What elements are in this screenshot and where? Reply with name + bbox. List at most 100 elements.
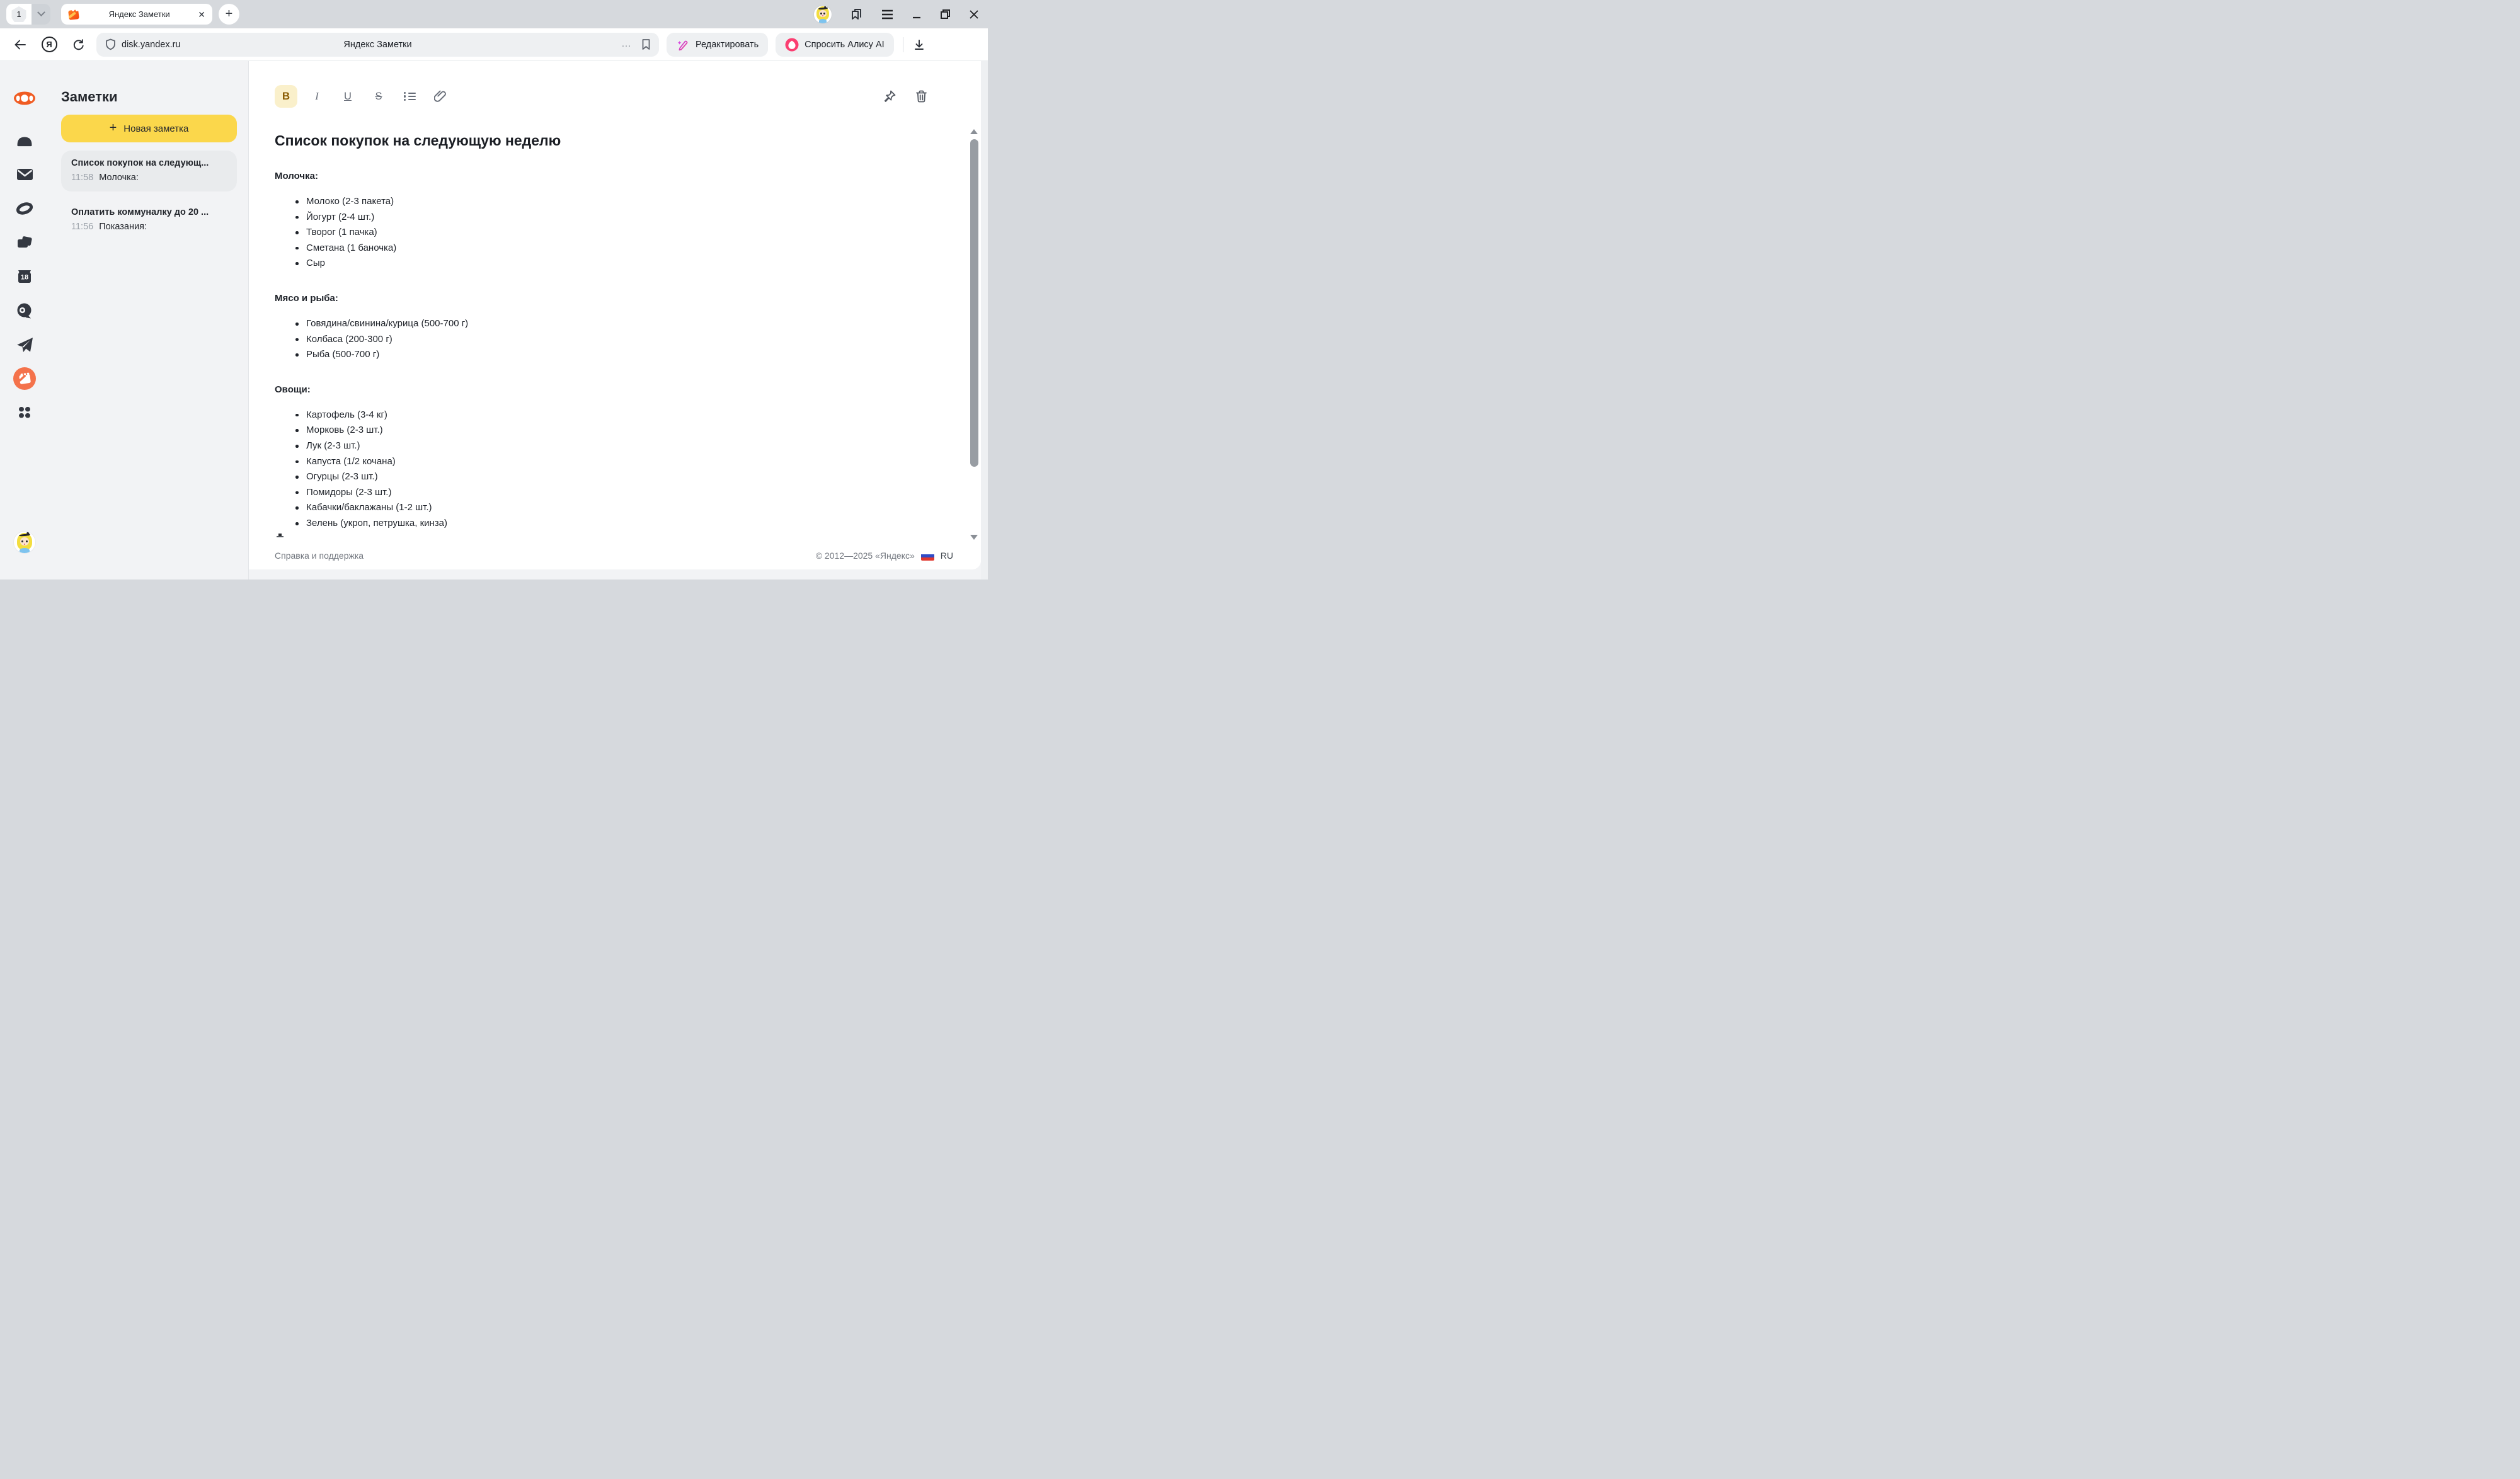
strikethrough-button[interactable]: S xyxy=(367,85,390,108)
section-list: Картофель (3-4 кг)Морковь (2-3 шт.)Лук (… xyxy=(275,408,981,532)
services-rail: 18 xyxy=(0,61,49,580)
messenger-icon[interactable] xyxy=(12,298,37,323)
bullet-list-icon xyxy=(404,92,416,101)
note-section: Молочка: Молоко (2-3 пакета)Йогурт (2-4 … xyxy=(275,171,981,271)
svg-text:18: 18 xyxy=(21,274,28,282)
note-editor: B I U S xyxy=(249,61,981,569)
list-item: Творог (1 пачка) xyxy=(275,225,981,241)
all-services-grid-icon[interactable] xyxy=(12,400,37,425)
telegram-plane-icon[interactable] xyxy=(12,332,37,357)
menu-icon[interactable] xyxy=(881,9,893,20)
go-ring-icon[interactable] xyxy=(12,196,37,221)
tab-yandex-notes[interactable]: Яндекс Заметки ✕ xyxy=(61,4,212,25)
shield-icon xyxy=(105,38,116,50)
note-actions xyxy=(883,89,928,106)
list-item: Йогурт (2-4 шт.) xyxy=(275,210,981,226)
list-item: Зелень (укроп, петрушка, кинза) xyxy=(275,516,981,532)
close-tab-icon[interactable]: ✕ xyxy=(198,10,205,19)
help-link[interactable]: Справка и поддержка xyxy=(275,551,364,561)
italic-button[interactable]: I xyxy=(306,85,328,108)
new-note-button[interactable]: + Новая заметка xyxy=(61,115,237,142)
notes-favicon-icon xyxy=(68,8,81,21)
ask-alice-button[interactable]: Спросить Алису AI xyxy=(776,33,894,57)
section-list: Молоко (2-3 пакета)Йогурт (2-4 шт.)Творо… xyxy=(275,194,981,271)
disk-cloud-icon[interactable] xyxy=(12,128,37,153)
profile-avatar[interactable] xyxy=(814,6,832,23)
language-selector[interactable]: RU xyxy=(941,551,953,561)
bookmarks-panel-icon[interactable] xyxy=(850,8,863,21)
docs-icon[interactable] xyxy=(12,230,37,255)
edit-button[interactable]: Редактировать xyxy=(667,33,768,57)
close-window-icon[interactable] xyxy=(969,9,979,20)
attach-button[interactable] xyxy=(429,85,452,108)
copyright-text: © 2012—2025 «Яндекс» xyxy=(816,551,915,561)
notes-list: Список покупок на следующ... 11:58 Молоч… xyxy=(61,151,237,241)
note-item-title: Оплатить коммуналку до 20 ... xyxy=(71,207,227,217)
panel-title: Заметки xyxy=(61,89,237,105)
note-section: Овощи: Картофель (3-4 кг)Морковь (2-3 шт… xyxy=(275,384,981,532)
alice-orb-icon xyxy=(785,38,799,52)
bold-button[interactable]: B xyxy=(275,85,297,108)
list-item: Колбаса (200-300 г) xyxy=(275,332,981,348)
right-gutter xyxy=(981,61,988,580)
tab-strip: 1 Яндекс Заметки ✕ + xyxy=(0,0,988,28)
browser-toolbar: Я disk.yandex.ru Яндекс Заметки … Редакт… xyxy=(0,28,988,61)
more-actions-icon[interactable]: … xyxy=(621,42,632,46)
tab-groups-button[interactable]: 1 xyxy=(6,4,50,25)
tab-groups-dropdown[interactable] xyxy=(32,4,50,25)
note-item-time: 11:58 xyxy=(71,173,93,183)
note-item-preview: Показания: xyxy=(99,222,147,232)
scroll-down-icon[interactable] xyxy=(970,535,978,540)
tab-title: Яндекс Заметки xyxy=(86,9,192,19)
list-item: Лук (2-3 шт.) xyxy=(275,438,981,454)
list-item: Капуста (1/2 кочана) xyxy=(275,454,981,470)
refresh-icon[interactable] xyxy=(67,34,89,55)
address-bar[interactable]: disk.yandex.ru Яндекс Заметки … xyxy=(96,33,659,57)
scrollbar-thumb[interactable] xyxy=(970,139,978,467)
page-footer: Справка и поддержка © 2012—2025 «Яндекс»… xyxy=(275,551,953,561)
restore-window-icon[interactable] xyxy=(940,9,951,20)
note-list-item[interactable]: Оплатить коммуналку до 20 ... 11:56 Пока… xyxy=(61,200,237,241)
tab-count: 1 xyxy=(11,6,27,22)
note-list-item[interactable]: Список покупок на следующ... 11:58 Молоч… xyxy=(61,151,237,191)
bullet-list-button[interactable] xyxy=(398,85,421,108)
notes-list-panel: Заметки + Новая заметка Список покупок н… xyxy=(49,61,249,580)
badge-18-icon[interactable]: 18 xyxy=(12,264,37,289)
underline-button[interactable]: U xyxy=(336,85,359,108)
new-tab-button[interactable]: + xyxy=(219,4,239,25)
note-item-time: 11:56 xyxy=(71,222,93,232)
section-heading: Мясо и рыба: xyxy=(275,293,981,304)
yandex-home-icon[interactable]: Я xyxy=(38,34,60,55)
tab-count-shield: 1 xyxy=(6,4,32,25)
url-text: disk.yandex.ru xyxy=(122,40,181,50)
mail-icon[interactable] xyxy=(12,162,37,187)
yandex-services-logo-icon[interactable] xyxy=(12,86,37,111)
list-item: Говядина/свинина/курица (500-700 г) xyxy=(275,316,981,332)
note-item-preview: Молочка: xyxy=(99,173,139,183)
section-heading: Овощи: xyxy=(275,384,981,395)
list-item: Сыр xyxy=(275,256,981,271)
list-item: Картофель (3-4 кг) xyxy=(275,408,981,423)
user-avatar[interactable] xyxy=(14,532,35,553)
delete-note-icon[interactable] xyxy=(915,89,928,106)
minimize-window-icon[interactable] xyxy=(912,9,922,20)
browser-window: 1 Яндекс Заметки ✕ + xyxy=(0,0,988,580)
bookmark-icon[interactable] xyxy=(641,38,651,50)
note-item-subtitle: 11:58 Молочка: xyxy=(71,173,227,183)
tabstrip-right xyxy=(814,0,979,28)
russia-flag-icon[interactable] xyxy=(921,551,934,561)
note-body[interactable]: Молочка: Молоко (2-3 пакета)Йогурт (2-4 … xyxy=(275,171,981,532)
note-title[interactable]: Список покупок на следующую неделю xyxy=(275,132,943,149)
page-title: Яндекс Заметки xyxy=(96,40,659,50)
scroll-up-icon[interactable] xyxy=(970,129,978,134)
chevron-down-icon xyxy=(37,8,45,16)
pin-note-icon[interactable] xyxy=(883,89,896,106)
note-item-title: Список покупок на следующ... xyxy=(71,158,227,168)
notes-active-icon[interactable] xyxy=(12,366,37,391)
format-toolbar: B I U S xyxy=(275,85,981,108)
downloads-icon[interactable] xyxy=(908,34,930,55)
scrollbar[interactable] xyxy=(968,61,981,569)
note-item-subtitle: 11:56 Показания: xyxy=(71,222,227,232)
main-area: 18 xyxy=(0,61,988,580)
back-button[interactable] xyxy=(9,34,31,55)
